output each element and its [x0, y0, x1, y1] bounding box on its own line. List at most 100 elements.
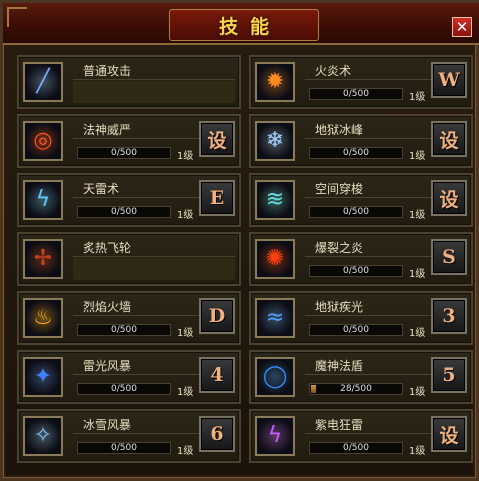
experience-text: 0/500 — [111, 148, 137, 158]
experience-bar: 0/500 — [77, 383, 171, 395]
skill-name: 魔神法盾 — [315, 359, 364, 373]
experience-text: 0/500 — [343, 148, 369, 158]
title-plate: 技能 — [169, 9, 319, 41]
divider — [73, 79, 235, 80]
hotkey-button[interactable]: 5 — [431, 357, 467, 393]
skill-card[interactable]: ╱ 普通攻击 — [17, 55, 241, 109]
experience-bar: 0/500 — [309, 206, 403, 218]
skill-card[interactable]: ϟ 天雷术 0/500 1级 E — [17, 173, 241, 227]
skill-name: 雷光风暴 — [83, 359, 132, 373]
hotkey-button[interactable]: S — [431, 239, 467, 275]
flame-wheel-icon[interactable]: ✢ — [23, 239, 63, 279]
experience-bar: 0/500 — [77, 147, 171, 159]
experience-text: 0/500 — [343, 443, 369, 453]
hotkey-button[interactable]: 设 — [431, 416, 467, 452]
hotkey-button[interactable]: E — [199, 180, 235, 216]
skill-card[interactable]: ≋ 空间穿梭 0/500 1级设 — [249, 173, 473, 227]
skill-level: 1级 — [177, 387, 194, 398]
skill-name: 天雷术 — [83, 182, 120, 196]
hell-light-icon[interactable]: ≈ — [255, 298, 295, 338]
fire-ring-icon[interactable]: ◎ — [23, 121, 63, 161]
experience-bar: 0/500 — [309, 265, 403, 277]
passive-band — [73, 258, 235, 280]
skill-name: 空间穿梭 — [315, 182, 364, 196]
skill-card[interactable]: ◯ 魔神法盾 28/500 1级 5 — [249, 350, 473, 404]
experience-bar: 0/500 — [309, 324, 403, 336]
skill-card[interactable]: ≈ 地狱疾光 0/500 1级 3 — [249, 291, 473, 345]
experience-bar: 0/500 — [309, 88, 403, 100]
experience-text: 0/500 — [111, 443, 137, 453]
hotkey-button[interactable]: 设 — [431, 121, 467, 157]
skill-card[interactable]: ✢ 炙热飞轮 — [17, 232, 241, 286]
skill-level: 1级 — [177, 210, 194, 221]
skill-level: 1级 — [409, 446, 426, 457]
ornament-top-left — [7, 7, 27, 27]
sword-icon[interactable]: ╱ — [23, 62, 63, 102]
skill-level: 1级 — [177, 446, 194, 457]
skill-level: 1级 — [177, 328, 194, 339]
magic-shield-icon[interactable]: ◯ — [255, 357, 295, 397]
experience-text: 0/500 — [111, 384, 137, 394]
experience-text: 0/500 — [111, 207, 137, 217]
skill-card[interactable]: ✦ 雷光风暴 0/500 1级 4 — [17, 350, 241, 404]
experience-bar: 0/500 — [77, 206, 171, 218]
divider — [73, 256, 235, 257]
skill-name: 普通攻击 — [83, 64, 132, 78]
hotkey-button[interactable]: W — [431, 62, 467, 98]
hotkey-button[interactable]: 设 — [431, 180, 467, 216]
skill-name: 烈焰火墙 — [83, 300, 132, 314]
skill-name: 炙热飞轮 — [83, 241, 132, 255]
close-button[interactable]: ✕ — [452, 17, 472, 37]
passive-band — [73, 81, 235, 103]
skill-name: 地狱疾光 — [315, 300, 364, 314]
skill-card[interactable]: ✹ 火炎术 0/500 1级 W — [249, 55, 473, 109]
skill-level: 1级 — [409, 328, 426, 339]
skill-level: 1级 — [409, 92, 426, 103]
skill-name: 冰雪风暴 — [83, 418, 132, 432]
skill-level: 1级 — [409, 210, 426, 221]
experience-text: 0/500 — [111, 325, 137, 335]
experience-bar: 0/500 — [77, 442, 171, 454]
title-bar[interactable]: 技能 ✕ — [3, 3, 479, 45]
purple-thunder-icon[interactable]: ϟ — [255, 416, 295, 456]
skill-level: 1级 — [409, 387, 426, 398]
hotkey-button[interactable]: D — [199, 298, 235, 334]
hotkey-button[interactable]: 6 — [199, 416, 235, 452]
teleport-icon[interactable]: ≋ — [255, 180, 295, 220]
hotkey-button[interactable]: 3 — [431, 298, 467, 334]
skill-card[interactable]: ◎ 法神威严 0/500 1级设 — [17, 114, 241, 168]
experience-text: 0/500 — [343, 325, 369, 335]
ice-peak-icon[interactable]: ❄ — [255, 121, 295, 161]
skill-card[interactable]: ♨ 烈焰火墙 0/500 1级 D — [17, 291, 241, 345]
skill-name: 紫电狂雷 — [315, 418, 364, 432]
blizzard-icon[interactable]: ✧ — [23, 416, 63, 456]
skill-name: 爆裂之炎 — [315, 241, 364, 255]
skill-level: 1级 — [409, 269, 426, 280]
skill-card[interactable]: ✺ 爆裂之炎 0/500 1级 S — [249, 232, 473, 286]
experience-text: 0/500 — [343, 266, 369, 276]
skill-card[interactable]: ❄ 地狱冰峰 0/500 1级设 — [249, 114, 473, 168]
experience-text: 0/500 — [343, 89, 369, 99]
hotkey-button[interactable]: 4 — [199, 357, 235, 393]
skill-name: 法神威严 — [83, 123, 132, 137]
thunder-storm-icon[interactable]: ✦ — [23, 357, 63, 397]
skill-card[interactable]: ϟ 紫电狂雷 0/500 1级设 — [249, 409, 473, 463]
fire-wall-icon[interactable]: ♨ — [23, 298, 63, 338]
skill-level: 1级 — [409, 151, 426, 162]
experience-bar: 0/500 — [309, 442, 403, 454]
skill-window: 技能 ✕ ╱ 普通攻击 ✹ 火炎术 0/500 1级 W ◎ 法神威严 0/500 1级设 ❄ 地狱冰峰… — [0, 0, 479, 481]
explosion-icon[interactable]: ✺ — [255, 239, 295, 279]
experience-bar: 0/500 — [309, 147, 403, 159]
hotkey-button[interactable]: 设 — [199, 121, 235, 157]
window-title: 技能 — [218, 15, 281, 38]
skill-name: 地狱冰峰 — [315, 123, 364, 137]
experience-bar: 0/500 — [77, 324, 171, 336]
experience-text: 0/500 — [343, 207, 369, 217]
experience-text: 28/500 — [340, 384, 372, 394]
experience-bar: 28/500 — [309, 383, 403, 395]
skill-level: 1级 — [177, 151, 194, 162]
skill-card[interactable]: ✧ 冰雪风暴 0/500 1级 6 — [17, 409, 241, 463]
lightning-icon[interactable]: ϟ — [23, 180, 63, 220]
fireball-icon[interactable]: ✹ — [255, 62, 295, 102]
skill-name: 火炎术 — [315, 64, 352, 78]
